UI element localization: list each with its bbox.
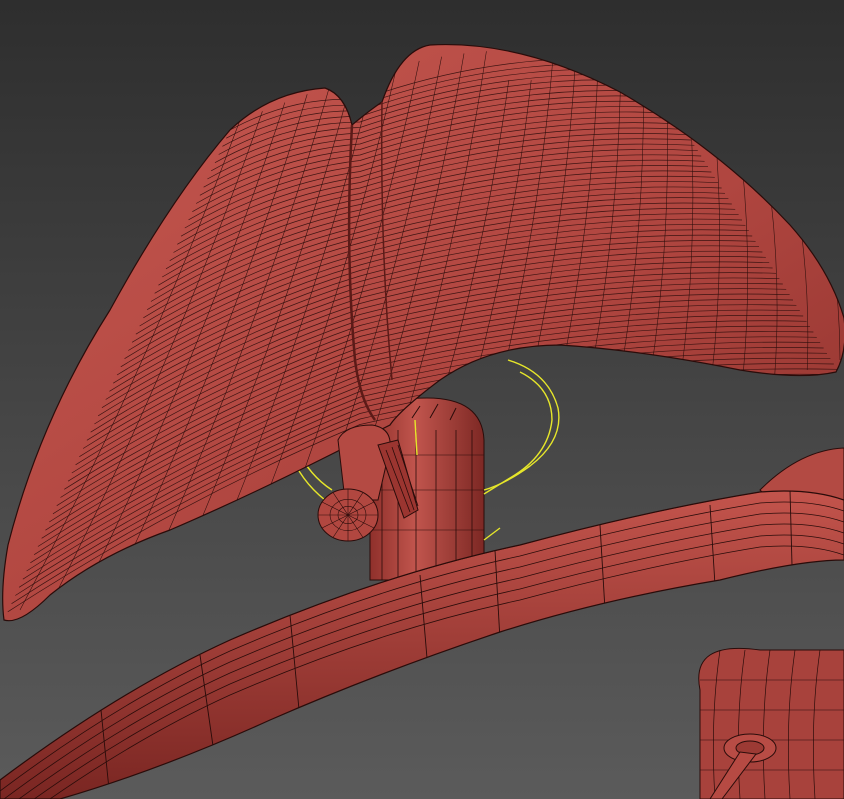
lower-right-fixture — [698, 647, 844, 799]
3d-viewport[interactable] — [0, 0, 844, 799]
wireframe-scene[interactable] — [0, 0, 844, 799]
